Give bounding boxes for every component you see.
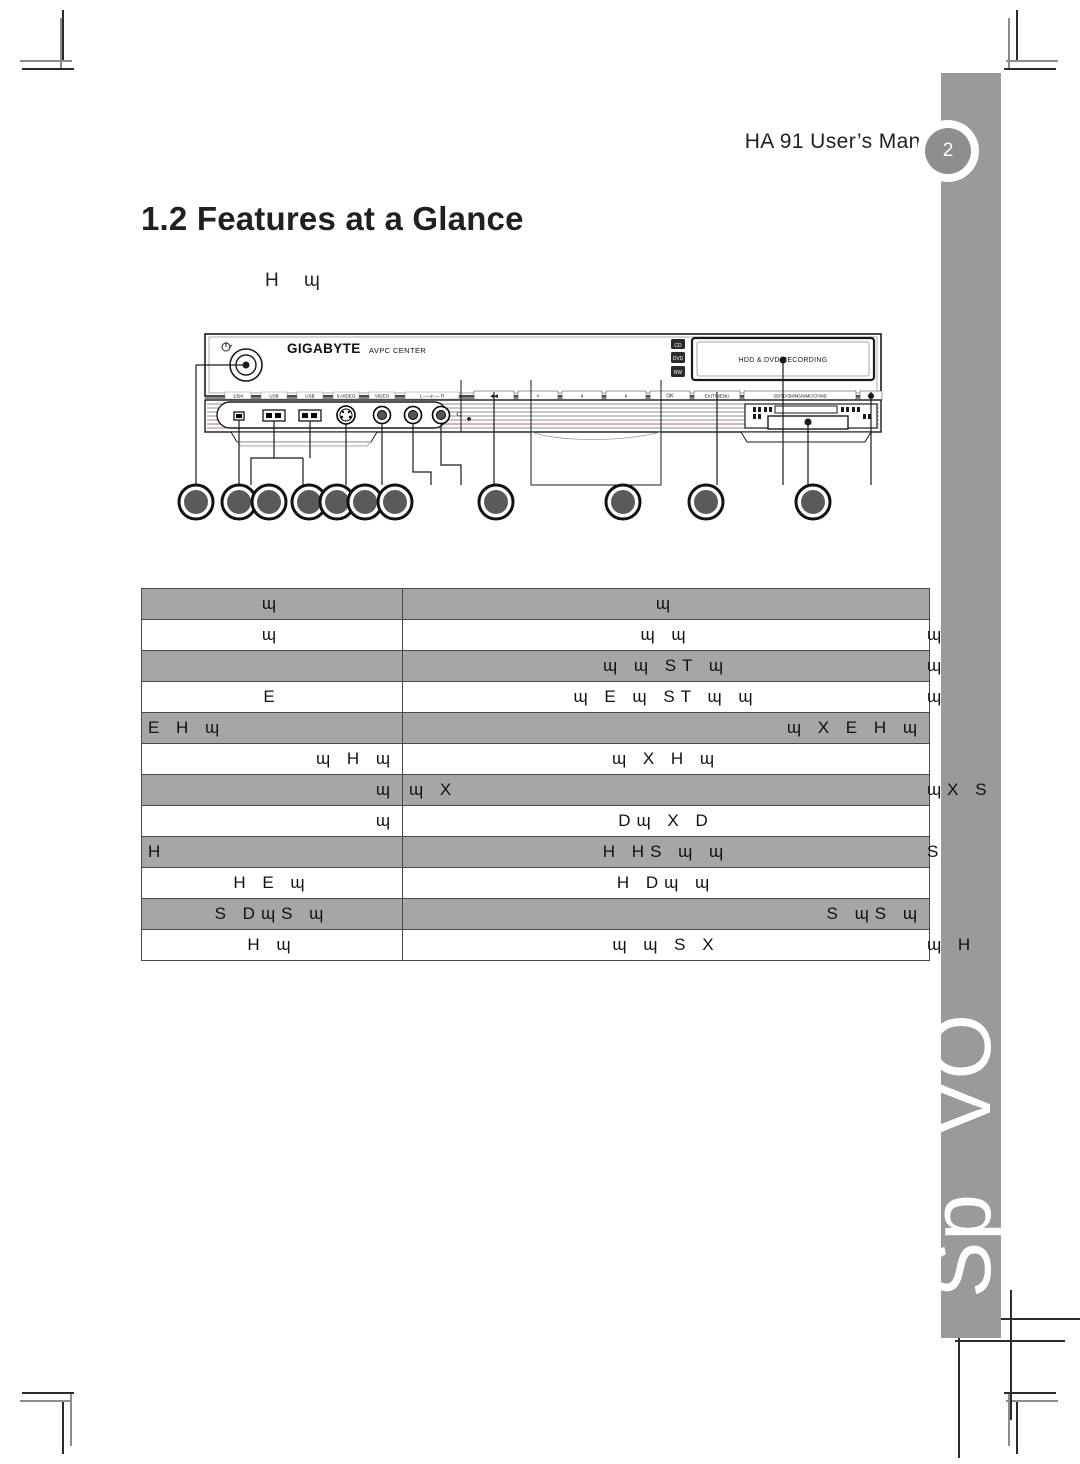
table-cell-col1: H ɰ [141, 929, 403, 961]
table-row-overflow-text: ɰX S [927, 780, 993, 799]
table-cell-col2-text: ɰ ɰ S X [612, 935, 720, 954]
table-cell-col1: H E ɰ [141, 867, 403, 899]
table-cell-col2: ɰ [402, 588, 930, 620]
crop-mark-mid-right-v2 [958, 1338, 960, 1458]
table-row: S DɰS ɰ S ɰS ɰ [141, 898, 930, 930]
table-cell-col2: S ɰS ɰ [402, 898, 930, 930]
table-cell-col1: H [141, 836, 403, 868]
crop-mark-mid-right-h2 [955, 1340, 1065, 1342]
crop-mark-mid-right-v [1010, 1290, 1012, 1420]
table-cell-col1: E [141, 681, 403, 713]
table-cell-col2-text: ɰ ɰ ST ɰ [602, 656, 730, 675]
crop-mark-top-right-v2 [1008, 18, 1010, 70]
table-row: ɰ ɰ ST ɰɰ [141, 650, 941, 682]
table-row: ɰɰ XɰX S [141, 774, 987, 806]
table-row-overflow-text: S [927, 842, 945, 861]
table-row: H ɰɰ ɰ S Xɰ H [141, 929, 970, 961]
crop-mark-top-left-v [62, 10, 64, 62]
crop-mark-bottom-left-h [20, 1400, 72, 1402]
sidebar-word-2: Sp [941, 1193, 1001, 1298]
page-subtitle: H ɰ [265, 270, 330, 291]
table-cell-col2: H HS ɰ ɰS [402, 836, 938, 868]
table-cell-col2: ɰ X H ɰ [402, 743, 930, 775]
crop-mark-bottom-left-v2 [70, 1394, 72, 1446]
table-cell-col1: ɰ [141, 619, 403, 651]
table-cell-col2: ɰ XɰX S [402, 774, 987, 806]
svg-text:S-VIDEO: S-VIDEO [337, 394, 356, 399]
table-row: Eɰ E ɰ ST ɰ ɰɰ [141, 681, 941, 713]
table-cell-col2: ɰ E ɰ ST ɰ ɰɰ [402, 681, 941, 713]
svg-text:USB: USB [269, 394, 278, 399]
table-row-overflow-text: ɰ [927, 656, 948, 675]
table-row: E H ɰɰ X E H ɰ [141, 712, 930, 744]
table-row: HH HS ɰ ɰS [141, 836, 938, 868]
table-cell-col2: Dɰ X D [402, 805, 930, 837]
table-row: ɰɰ ɰɰ [141, 619, 941, 651]
svg-text:L —◅▻— R: L —◅▻— R [420, 394, 445, 399]
table-cell-col2-text: ɰ E ɰ ST ɰ ɰ [573, 687, 759, 706]
svg-text:1394: 1394 [233, 394, 244, 399]
table-cell-col2-text: S ɰS ɰ [826, 904, 923, 923]
device-front-panel-figure: GIGABYTE AVPC CENTER CD DVD RW HDD & DVD… [141, 320, 941, 570]
page-title: 1.2 Features at a Glance [141, 200, 524, 237]
svg-text:>: > [537, 394, 540, 400]
table-cell-col1 [141, 650, 403, 682]
svg-text:∨: ∨ [624, 394, 628, 400]
table-cell-col2: ɰ ɰ S Xɰ H [402, 929, 970, 961]
svg-text:∧: ∧ [580, 394, 584, 400]
table-cell-col2-text: H HS ɰ ɰ [602, 842, 730, 861]
table-cell-col2-text: ɰ X H ɰ [611, 749, 721, 768]
table-cell-col1: S DɰS ɰ [141, 898, 403, 930]
table-cell-col2-text: ɰ ɰ [640, 625, 692, 644]
table-cell-col2-text: Dɰ X D [618, 811, 714, 830]
table-cell-col1: E H ɰ [141, 712, 403, 744]
table-cell-col2-text: H Dɰ ɰ [616, 873, 716, 892]
features-table: ɰɰɰɰ ɰɰɰ ɰ ST ɰɰEɰ E ɰ ST ɰ ɰɰE H ɰɰ X E… [141, 588, 987, 961]
crop-mark-bottom-left-v [62, 1402, 64, 1454]
page-number-badge-ring: 2 [917, 120, 979, 182]
crop-mark-bottom-right-h [1006, 1400, 1058, 1402]
table-cell-col2-text: ɰ X [409, 780, 458, 799]
table-row-overflow-text: ɰ H [927, 935, 977, 954]
table-row: ɰ H ɰɰ X H ɰ [141, 743, 930, 775]
svg-text:GIGABYTE: GIGABYTE [287, 341, 361, 356]
svg-text:USB: USB [305, 394, 314, 399]
crop-mark-top-right-v [1016, 10, 1018, 62]
svg-text:VIDEO: VIDEO [375, 394, 390, 399]
table-cell-col2: ɰ X E H ɰ [402, 712, 930, 744]
crop-mark-bottom-left-h2 [22, 1392, 74, 1394]
table-row: ɰ Dɰ X D [141, 805, 930, 837]
table-row: H E ɰ H Dɰ ɰ [141, 867, 930, 899]
crop-mark-top-right-h2 [1004, 68, 1056, 70]
running-header: HA 91 User’s Manual [600, 130, 950, 170]
crop-mark-top-right-h [1006, 60, 1058, 62]
crop-mark-top-left-v2 [60, 18, 62, 70]
sidebar-word-1: VO [941, 1013, 1001, 1137]
svg-text:OK: OK [666, 394, 674, 400]
svg-text:SD/SD/SM/MS/MMC/CF/MD: SD/SD/SM/MS/MMC/CF/MD [773, 393, 826, 398]
svg-text:DVD: DVD [673, 356, 684, 362]
table-cell-col2: H Dɰ ɰ [402, 867, 930, 899]
table-cell-col2-text: ɰ [655, 594, 677, 613]
table-row-overflow-text: ɰ [927, 687, 948, 706]
svg-text:AVPC CENTER: AVPC CENTER [369, 346, 426, 355]
table-cell-col1: ɰ [141, 805, 403, 837]
page-number-badge: 2 [925, 128, 971, 174]
svg-text:CD: CD [674, 343, 682, 349]
table-cell-col2: ɰ ɰ ST ɰɰ [402, 650, 941, 682]
table-row: ɰɰ [141, 588, 930, 620]
table-cell-col1: ɰ [141, 774, 403, 806]
callout-markers [177, 483, 832, 521]
table-cell-col1: ɰ H ɰ [141, 743, 403, 775]
crop-mark-bottom-right-v [1016, 1402, 1018, 1454]
table-cell-col1: ɰ [141, 588, 403, 620]
page-edge-sidebar: VO Sp s [941, 73, 1001, 1338]
table-cell-col2: ɰ ɰɰ [402, 619, 941, 651]
crop-mark-top-left-h [20, 60, 72, 62]
crop-mark-top-left-h2 [22, 68, 74, 70]
table-cell-col2-text: ɰ X E H ɰ [786, 718, 923, 737]
crop-mark-mid-right-h [1000, 1318, 1080, 1320]
table-row-overflow-text: ɰ [927, 625, 948, 644]
svg-text:RW: RW [674, 370, 683, 376]
